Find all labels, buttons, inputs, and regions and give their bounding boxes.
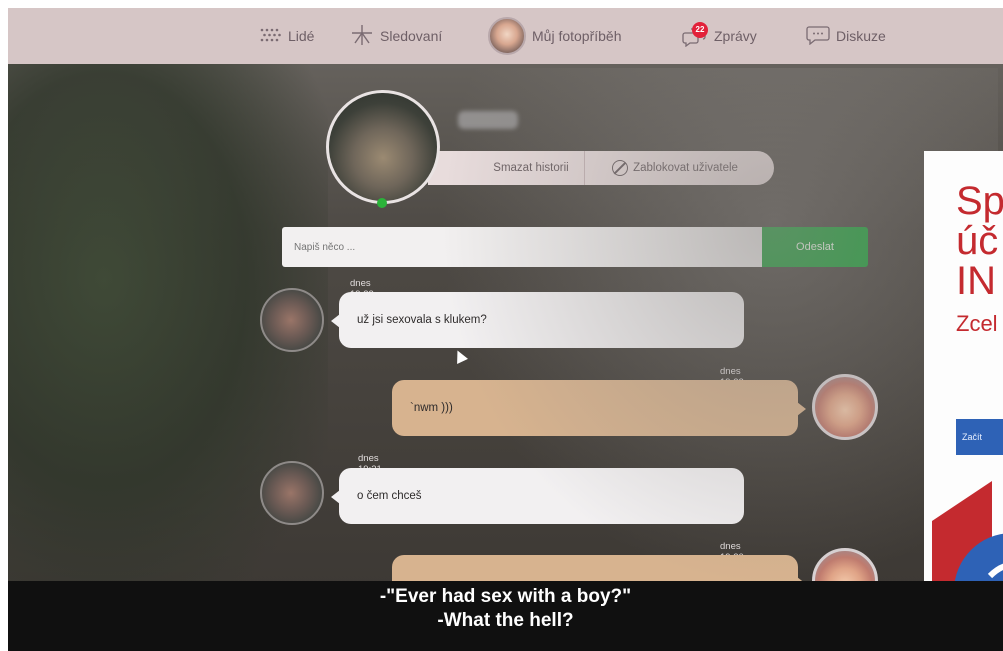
outgoing-message-bubble: `nwm ))) (392, 380, 806, 436)
block-icon (612, 160, 629, 176)
incoming-message-bubble: už jsi sexovala s klukem? (331, 292, 744, 348)
message-text: už jsi sexovala s klukem? (357, 314, 487, 326)
nav-my-story[interactable]: Můj fotopříběh (488, 8, 622, 64)
message-text: o čem chceš (357, 490, 422, 502)
incoming-message-bubble: o čem chceš (331, 468, 744, 524)
video-frame: Lidé Sledovaní Můj fotopříběh 22 Zprávy … (8, 8, 1003, 651)
contact-avatar[interactable] (326, 90, 440, 204)
advertisement-banner[interactable]: Sp úč IN Zcel Začít (924, 151, 1003, 591)
nav-messages-label: Zprávy (714, 28, 757, 44)
sender-avatar[interactable] (260, 288, 324, 352)
ad-headline-line2: úč (956, 219, 999, 263)
my-avatar[interactable] (812, 374, 878, 440)
speech-bubble-icon (806, 25, 830, 48)
clear-history-button[interactable]: Smazat historii (478, 151, 584, 185)
block-user-label: Zablokovat uživatele (633, 162, 738, 174)
send-button[interactable]: Odeslat (762, 227, 868, 267)
sender-avatar[interactable] (260, 461, 324, 525)
actions-divider (584, 151, 585, 185)
subtitle-line-2: -What the hell? (437, 610, 574, 631)
profile-name-blurred (458, 111, 518, 129)
block-user-button[interactable]: Zablokovat uživatele (585, 151, 765, 185)
nav-discussion-label: Diskuze (836, 28, 886, 44)
chat-bubbles-icon: 22 (682, 22, 708, 48)
ad-headline-line1: Sp (956, 179, 1003, 223)
message-text: `nwm ))) (410, 402, 453, 414)
message-input[interactable] (282, 227, 762, 267)
ad-decoration-graphic (932, 481, 1003, 591)
messages-count-badge: 22 (692, 22, 708, 38)
ad-subtitle: Zcel (956, 311, 998, 336)
star-sparkle-icon (350, 23, 374, 50)
ad-cta-button[interactable]: Začít (956, 419, 1003, 455)
nav-people[interactable]: Lidé (260, 8, 314, 64)
top-navigation: Lidé Sledovaní Můj fotopříběh 22 Zprávy … (8, 8, 1003, 64)
nav-discussion[interactable]: Diskuze (806, 8, 886, 64)
profile-actions-bar: Smazat historii Zablokovat uživatele (428, 151, 774, 185)
online-status-indicator (377, 198, 387, 208)
people-grid-icon (260, 28, 282, 45)
message-timestamp: dnes 19:20 (720, 541, 744, 563)
nav-people-label: Lidé (288, 28, 315, 44)
nav-my-story-label: Můj fotopříběh (532, 28, 622, 44)
mouse-cursor (452, 348, 468, 364)
video-subtitles: -"Ever had sex with a boy?" -What the he… (8, 581, 1003, 651)
subtitle-line-1: -"Ever had sex with a boy?" (379, 586, 632, 607)
nav-following-label: Sledovaní (380, 28, 443, 44)
message-timestamp: dnes 19:22 (720, 366, 744, 388)
my-avatar-icon (488, 17, 526, 55)
nav-following[interactable]: Sledovaní (350, 8, 442, 64)
nav-messages[interactable]: 22 Zprávy (682, 8, 757, 64)
ad-headline-line3: IN (956, 259, 996, 303)
